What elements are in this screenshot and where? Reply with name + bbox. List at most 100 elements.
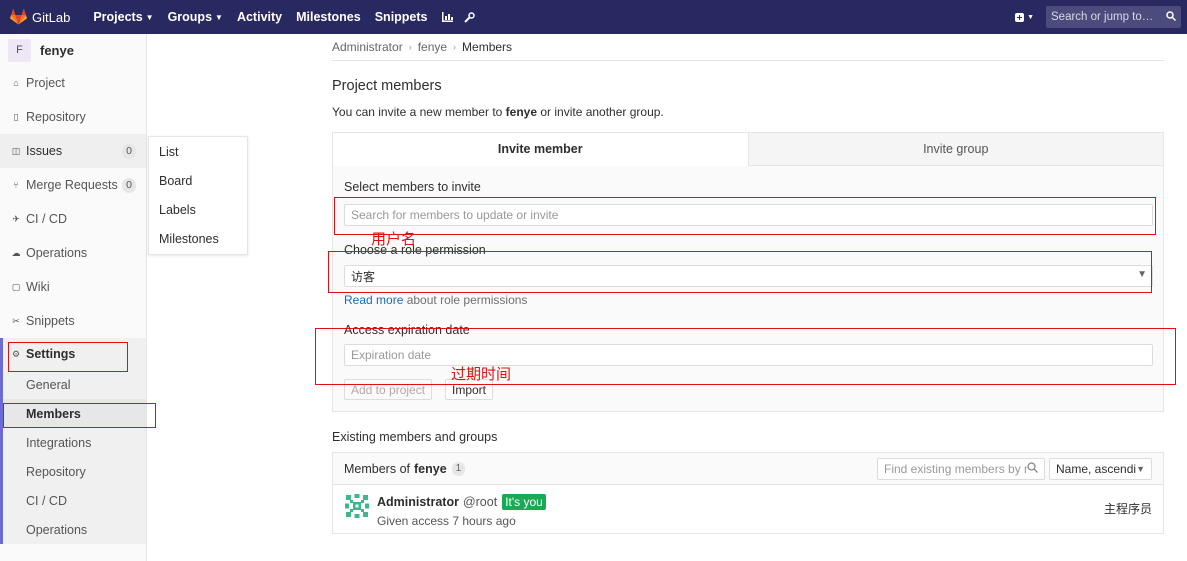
annotation-expiry-note: 过期时间 [451,365,512,383]
merge-icon: ⑂ [13,180,19,190]
sidebar-item-ci-cd[interactable]: ✈ CI / CD [0,202,146,236]
members-of-label: Members of [344,461,410,476]
breadcrumb-owner[interactable]: Administrator [332,40,403,54]
sidebar-item-project[interactable]: ⌂ Project [0,66,146,100]
wrench-icon[interactable] [461,11,479,23]
chart-icon[interactable] [439,12,457,22]
members-project-name: fenye [414,461,447,476]
sidebar-subitem-general[interactable]: General [3,370,146,399]
sidebar-project-header[interactable]: F fenye [0,34,146,66]
intro-text-before: You can invite a new member to [332,105,506,119]
chevron-right-icon: › [408,42,412,52]
sidebar-item-issues[interactable]: ◫ Issues 0 [0,134,146,168]
annotation-box-members [3,403,156,428]
doc-icon: ▯ [13,111,19,122]
invite-tabs: Invite member Invite group [333,133,1163,166]
sidebar-subitem-ci-cd[interactable]: CI / CD [3,486,146,515]
breadcrumb-project[interactable]: fenye [418,40,447,54]
member-count-badge: 1 [451,461,466,476]
breadcrumb-current[interactable]: Members [462,40,512,54]
member-name-line: Administrator @root It's you [377,494,546,510]
find-members-input[interactable]: Find existing members by name [877,458,1045,480]
search-placeholder: Search or jump to… [1051,11,1154,23]
chevron-down-icon: ▼ [145,12,154,22]
gitlab-logo[interactable]: GitLab [10,9,70,25]
scissors-icon: ✂ [12,315,20,326]
global-search-input[interactable]: Search or jump to… [1046,6,1181,28]
issues-flyout-menu: List Board Labels Milestones [148,136,248,255]
members-panel: Members of fenye 1 Find existing members b… [332,452,1164,534]
member-role: 主程序员 [1103,502,1152,516]
member-username: @root [462,495,498,509]
sidebar-item-label: Project [26,76,65,90]
sidebar-item-wiki[interactable]: ▢ Wiki [0,270,146,304]
avatar[interactable] [344,493,370,519]
sidebar-item-snippets[interactable]: ✂ Snippets [0,304,146,338]
project-sidebar: F fenye ⌂ Project ▯ Repository ◫ Issues 0 ⑂… [0,34,147,561]
sidebar-item-repository[interactable]: ▯ Repository [0,100,146,134]
flyout-item-list[interactable]: List [149,137,247,166]
chevron-down-icon: ▼ [215,12,223,22]
plus-square-icon [1015,12,1025,22]
book-icon: ▢ [11,281,21,292]
nav-groups-label: Groups [167,10,213,24]
tab-invite-member[interactable]: Invite member [333,133,748,166]
gitlab-tanuki-icon [10,9,27,25]
annotation-box-settings [8,342,128,372]
tab-invite-group[interactable]: Invite group [747,133,1163,166]
nav-snippets[interactable]: Snippets [368,10,435,24]
nav-projects-label: Projects [93,10,143,24]
sidebar-item-label: Merge Requests [26,178,118,192]
annotation-box-role [328,251,1152,293]
role-help-text: Read more about role permissions [344,293,527,307]
sidebar-item-operations[interactable]: ☁ Operations [0,236,146,270]
sidebar-item-label: Snippets [26,314,75,328]
brand-name: GitLab [32,9,71,25]
breadcrumb: Administrator › fenye › Members [332,34,1164,61]
members-panel-header: Members of fenye 1 Find existing members b… [333,453,1163,485]
read-more-link[interactable]: Read more [344,293,403,307]
new-item-dropdown[interactable]: ▼ [1015,12,1034,22]
sidebar-subitem-repository[interactable]: Repository [3,457,146,486]
nav-activity[interactable]: Activity [230,10,289,24]
sidebar-subitem-operations[interactable]: Operations [3,515,146,544]
mr-count-badge: 0 [122,178,136,193]
nav-groups[interactable]: Groups ▼ [161,10,230,24]
search-icon [1166,10,1176,24]
sidebar-subitem-integrations[interactable]: Integrations [3,428,146,457]
member-access-time: Given access 7 hours ago [377,514,516,528]
its-you-badge: It's you [502,494,546,510]
top-navbar: GitLab Projects ▼ Groups ▼ Activity Milest… [0,0,1187,34]
sort-dropdown[interactable]: Name, ascending ▼ [1049,458,1152,480]
nav-milestones[interactable]: Milestones [289,10,368,24]
sidebar-item-label: Issues [26,144,63,158]
annotation-username-note: 用户名 [371,230,417,248]
sidebar-item-merge-requests[interactable]: ⑂ Merge Requests 0 [0,168,146,202]
sort-selected-value: Name, ascending [1056,462,1137,476]
sidebar-item-label: CI / CD [26,212,67,226]
page-title: Project members [332,78,442,94]
member-name[interactable]: Administrator [377,495,459,509]
flyout-item-milestones[interactable]: Milestones [149,224,247,253]
project-name: fenye [40,42,74,58]
existing-members-title: Existing members and groups [332,430,498,444]
sidebar-item-label: Repository [26,110,86,124]
page-intro: You can invite a new member to fenye or … [332,105,664,119]
issues-count-badge: 0 [122,144,136,159]
chevron-right-icon: › [453,42,457,52]
nav-projects[interactable]: Projects ▼ [86,10,160,24]
flyout-item-labels[interactable]: Labels [149,195,247,224]
read-more-rest: about role permissions [403,293,528,307]
main-content: Administrator › fenye › Members Project … [332,34,1164,534]
cloud-icon: ☁ [11,247,21,258]
chevron-down-icon: ▼ [1027,13,1034,21]
flyout-item-board[interactable]: Board [149,166,247,195]
issues-icon: ◫ [11,145,21,156]
intro-text-after: or invite another group. [537,105,664,119]
sidebar-item-label: Operations [26,246,88,260]
rocket-icon: ✈ [12,213,20,224]
annotation-box-expiration [315,328,1176,385]
select-members-label: Select members to invite [344,180,481,194]
member-row: Administrator @root It's you Given acces… [333,485,1163,534]
intro-project-name: fenye [505,105,538,119]
